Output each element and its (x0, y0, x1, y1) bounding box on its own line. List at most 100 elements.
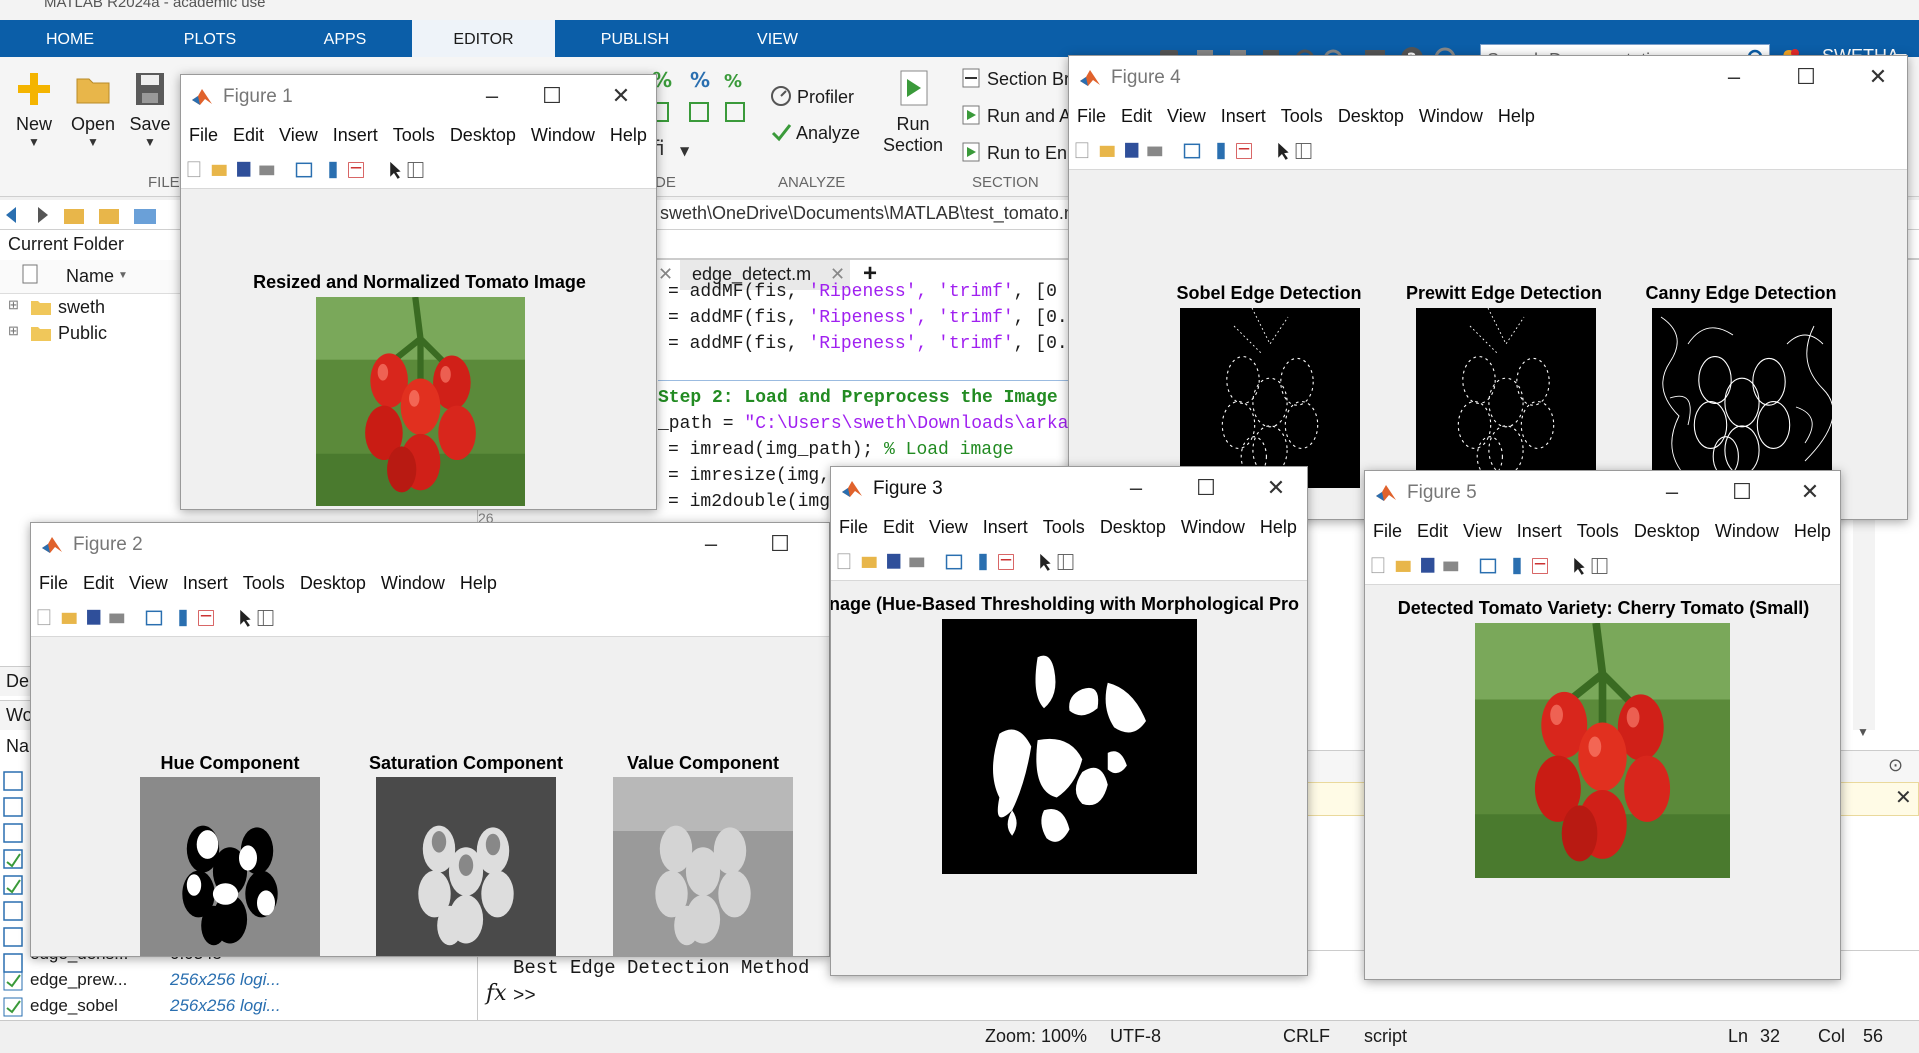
menu-tools[interactable]: Tools (235, 567, 292, 594)
menu-tools[interactable]: Tools (1569, 515, 1626, 542)
minimize-icon[interactable]: – (477, 81, 507, 111)
menu-tools[interactable]: Tools (1035, 511, 1092, 538)
tab-view[interactable]: VIEW (715, 20, 840, 57)
menu-window[interactable]: Window (523, 119, 602, 146)
figure-toolbar-icons[interactable] (35, 603, 325, 633)
figure-1-window[interactable]: Figure 1 – ☐ ✕ File Edit View Insert Tools De… (180, 74, 657, 510)
tab-publish[interactable]: PUBLISH (555, 20, 715, 57)
figure-toolbar-icons[interactable] (185, 155, 475, 185)
run-to-end-button[interactable]: Run to En (960, 141, 1067, 164)
navigation-icons[interactable] (4, 204, 174, 226)
close-icon[interactable]: ✕ (1895, 785, 1912, 810)
close-icon[interactable]: ✕ (1795, 477, 1825, 507)
figure-toolbar[interactable] (181, 153, 656, 189)
figure-title-bar[interactable]: Figure 2 – ☐ (31, 523, 829, 567)
menu-view[interactable]: View (921, 511, 975, 538)
maximize-icon[interactable]: ☐ (1191, 473, 1221, 503)
close-icon[interactable]: ✕ (1261, 473, 1291, 503)
menu-edit[interactable]: Edit (225, 119, 271, 146)
menu-desktop[interactable]: Desktop (292, 567, 373, 594)
expand-panel-icon[interactable]: ⊙ (1888, 755, 1903, 776)
figure-toolbar-icons[interactable] (1369, 551, 1659, 581)
menu-insert[interactable]: Insert (1213, 100, 1273, 127)
minimize-icon[interactable]: – (1657, 477, 1687, 507)
figure-5-window[interactable]: Figure 5 – ☐ ✕ File Edit View Insert Tools De… (1364, 470, 1841, 980)
menu-file[interactable]: File (1069, 100, 1113, 127)
menu-file[interactable]: File (181, 119, 225, 146)
tab-plots[interactable]: PLOTS (140, 20, 280, 57)
maximize-icon[interactable]: ☐ (1791, 62, 1821, 92)
menu-help[interactable]: Help (1490, 100, 1542, 127)
tab-apps[interactable]: APPS (280, 20, 410, 57)
tab-home[interactable]: HOME (0, 20, 140, 57)
figure-toolbar[interactable] (1365, 549, 1840, 585)
sort-chevron-icon[interactable]: ▼ (118, 270, 128, 281)
menu-desktop[interactable]: Desktop (1092, 511, 1173, 538)
menu-desktop[interactable]: Desktop (442, 119, 523, 146)
open-button[interactable]: Open ▼ (68, 69, 118, 149)
menu-file[interactable]: File (1365, 515, 1409, 542)
figure-toolbar-icons[interactable] (835, 547, 1125, 577)
menu-tools[interactable]: Tools (385, 119, 442, 146)
menu-view[interactable]: View (121, 567, 175, 594)
maximize-icon[interactable]: ☐ (1727, 477, 1757, 507)
save-button[interactable]: Save ▼ (128, 69, 172, 149)
run-section-button[interactable]: Run Section (880, 69, 946, 156)
minimize-icon[interactable]: – (696, 529, 726, 559)
figure-title-bar[interactable]: Figure 1 – ☐ ✕ (181, 75, 656, 119)
figure-2-window[interactable]: Figure 2 – ☐ File Edit View Insert Tools Desk… (30, 522, 830, 957)
minimize-icon[interactable]: – (1121, 473, 1151, 503)
menu-help[interactable]: Help (1252, 511, 1304, 538)
figure-4-window[interactable]: Figure 4 – ☐ ✕ File Edit View Insert Tools De… (1068, 55, 1908, 520)
menu-file[interactable]: File (31, 567, 75, 594)
figure-title-bar[interactable]: Figure 3 – ☐ ✕ (831, 467, 1307, 511)
figure-title-bar[interactable]: Figure 5 – ☐ ✕ (1365, 471, 1840, 515)
current-path[interactable]: sweth\OneDrive\Documents\MATLAB\test_tom… (660, 203, 1079, 224)
figure-toolbar-icons[interactable] (1073, 136, 1363, 166)
menu-window[interactable]: Window (1707, 515, 1786, 542)
section-break-button[interactable]: Section Br (960, 67, 1070, 90)
figure-toolbar[interactable] (1069, 134, 1907, 170)
figure-toolbar[interactable] (31, 601, 829, 637)
run-and-advance-button[interactable]: Run and A (960, 104, 1071, 127)
profiler-button[interactable]: Profiler (770, 85, 854, 108)
menu-edit[interactable]: Edit (1409, 515, 1455, 542)
menu-insert[interactable]: Insert (975, 511, 1035, 538)
menu-help[interactable]: Help (1786, 515, 1838, 542)
menu-window[interactable]: Window (1411, 100, 1490, 127)
figure-toolbar[interactable] (831, 545, 1307, 581)
new-button[interactable]: New ▼ (12, 69, 56, 149)
menu-desktop[interactable]: Desktop (1330, 100, 1411, 127)
menu-view[interactable]: View (1159, 100, 1213, 127)
menu-window[interactable]: Window (373, 567, 452, 594)
figure-title-bar[interactable]: Figure 4 – ☐ ✕ (1069, 56, 1907, 100)
menu-edit[interactable]: Edit (75, 567, 121, 594)
menu-desktop[interactable]: Desktop (1626, 515, 1707, 542)
maximize-icon[interactable]: ☐ (537, 81, 567, 111)
menu-insert[interactable]: Insert (325, 119, 385, 146)
name-column-header[interactable]: Name (66, 266, 114, 287)
menu-view[interactable]: View (271, 119, 325, 146)
table-row[interactable]: edge_sobel 256x256 logi... (0, 994, 478, 1019)
menu-view[interactable]: View (1455, 515, 1509, 542)
menu-help[interactable]: Help (602, 119, 654, 146)
menu-file[interactable]: File (831, 511, 875, 538)
expand-icon[interactable]: ⊞ (8, 323, 19, 339)
figure-3-window[interactable]: Figure 3 – ☐ ✕ File Edit View Insert Tools De… (830, 466, 1308, 976)
menu-window[interactable]: Window (1173, 511, 1252, 538)
maximize-icon[interactable]: ☐ (765, 529, 795, 559)
menu-insert[interactable]: Insert (1509, 515, 1569, 542)
code-tools-icons[interactable]: % % % fi ▼ (650, 65, 750, 160)
table-row[interactable]: edge_prew... 256x256 logi... (0, 968, 478, 993)
expand-icon[interactable]: ⊞ (8, 297, 19, 313)
menu-tools[interactable]: Tools (1273, 100, 1330, 127)
command-prompt[interactable]: >> (513, 985, 536, 1007)
menu-edit[interactable]: Edit (1113, 100, 1159, 127)
menu-edit[interactable]: Edit (875, 511, 921, 538)
minimize-icon[interactable]: – (1719, 62, 1749, 92)
close-icon[interactable]: ✕ (606, 81, 636, 111)
analyze-button[interactable]: Analyze (770, 121, 860, 144)
menu-insert[interactable]: Insert (175, 567, 235, 594)
tab-editor[interactable]: EDITOR (412, 20, 555, 57)
menu-help[interactable]: Help (452, 567, 504, 594)
